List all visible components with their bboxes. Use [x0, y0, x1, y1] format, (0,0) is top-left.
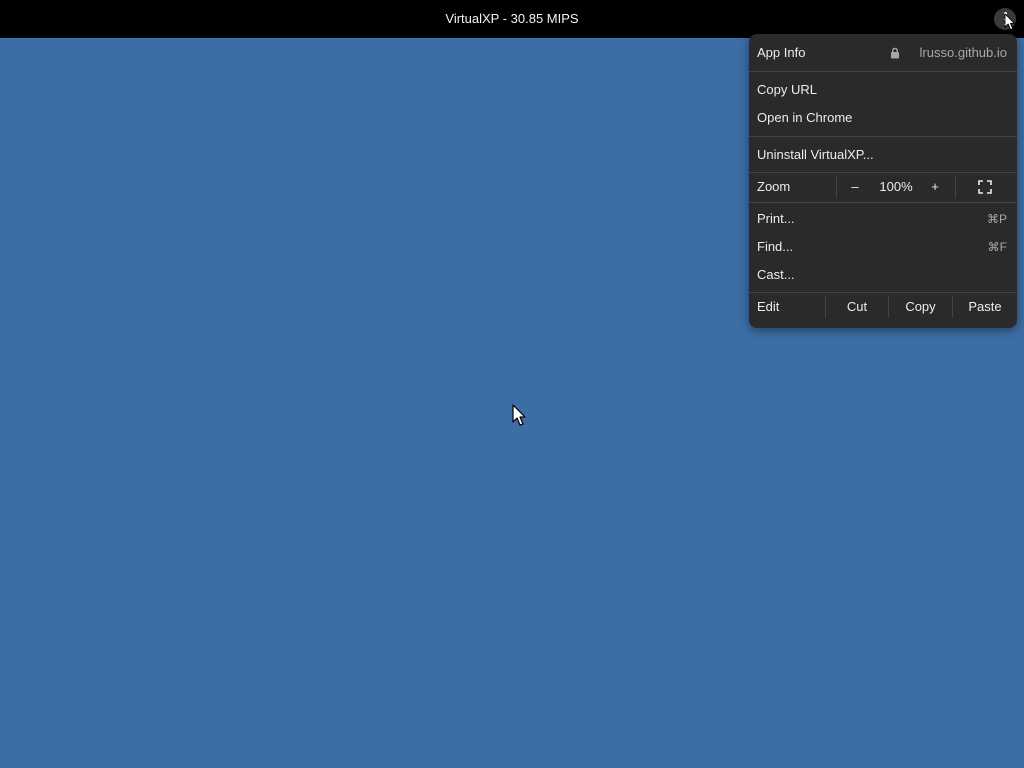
uninstall-label: Uninstall VirtualXP...	[757, 147, 874, 162]
copy-button[interactable]: Copy	[889, 292, 952, 322]
copy-url-label: Copy URL	[757, 82, 817, 97]
zoom-label: Zoom	[757, 179, 791, 194]
open-in-chrome-label: Open in Chrome	[757, 110, 853, 125]
edit-label: Edit	[757, 299, 780, 314]
menu-divider	[749, 71, 1017, 72]
menu-item-app-info[interactable]: App Info lrusso.github.io	[749, 39, 1017, 67]
find-shortcut: ⌘F	[987, 240, 1007, 254]
menu-item-open-in-chrome[interactable]: Open in Chrome	[749, 104, 1017, 132]
cast-label: Cast...	[757, 267, 795, 282]
zoom-in-button[interactable]: +	[921, 172, 949, 202]
zoom-row: Zoom – 100% +	[749, 172, 1017, 202]
lock-icon	[891, 47, 899, 59]
mouse-pointer-icon	[512, 404, 526, 426]
menu-item-uninstall[interactable]: Uninstall VirtualXP...	[749, 141, 1017, 169]
menu-item-print[interactable]: Print... ⌘P	[749, 205, 1017, 233]
find-label: Find...	[757, 239, 794, 254]
zoom-level: 100%	[879, 179, 913, 194]
zoom-out-button[interactable]: –	[841, 172, 869, 202]
app-menu: App Info lrusso.github.io Copy URL Open …	[749, 34, 1017, 328]
zoom-divider	[955, 176, 956, 198]
title-bar: VirtualXP - 30.85 MIPS	[0, 0, 1024, 38]
cut-button[interactable]: Cut	[826, 292, 888, 322]
edit-row: Edit Cut Copy Paste	[749, 292, 1017, 322]
menu-item-copy-url[interactable]: Copy URL	[749, 76, 1017, 104]
paste-button[interactable]: Paste	[953, 292, 1017, 322]
menu-divider	[749, 202, 1017, 203]
window-title: VirtualXP - 30.85 MIPS	[445, 11, 579, 26]
menu-item-find[interactable]: Find... ⌘F	[749, 233, 1017, 261]
mouse-pointer-icon	[1004, 13, 1015, 31]
menu-divider	[749, 136, 1017, 137]
print-shortcut: ⌘P	[986, 212, 1007, 226]
fullscreen-icon[interactable]	[978, 180, 992, 194]
app-host: lrusso.github.io	[919, 45, 1007, 60]
menu-item-cast[interactable]: Cast...	[749, 261, 1017, 289]
app-info-label: App Info	[757, 45, 806, 60]
print-label: Print...	[757, 211, 795, 226]
zoom-divider	[836, 176, 837, 198]
